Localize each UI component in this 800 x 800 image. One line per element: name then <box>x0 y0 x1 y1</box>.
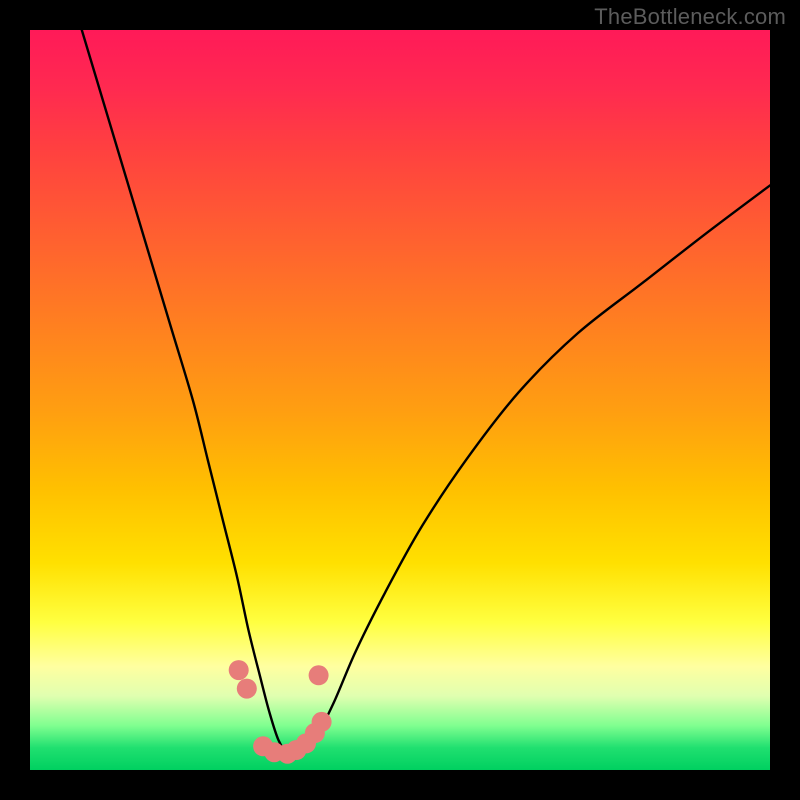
data-marker <box>312 712 332 732</box>
plot-area <box>30 30 770 770</box>
data-marker <box>309 665 329 685</box>
watermark-text: TheBottleneck.com <box>594 4 786 30</box>
curve-layer <box>30 30 770 770</box>
data-marker <box>229 660 249 680</box>
outer-frame: TheBottleneck.com <box>0 0 800 800</box>
data-marker <box>237 679 257 699</box>
v-curve <box>82 30 770 757</box>
